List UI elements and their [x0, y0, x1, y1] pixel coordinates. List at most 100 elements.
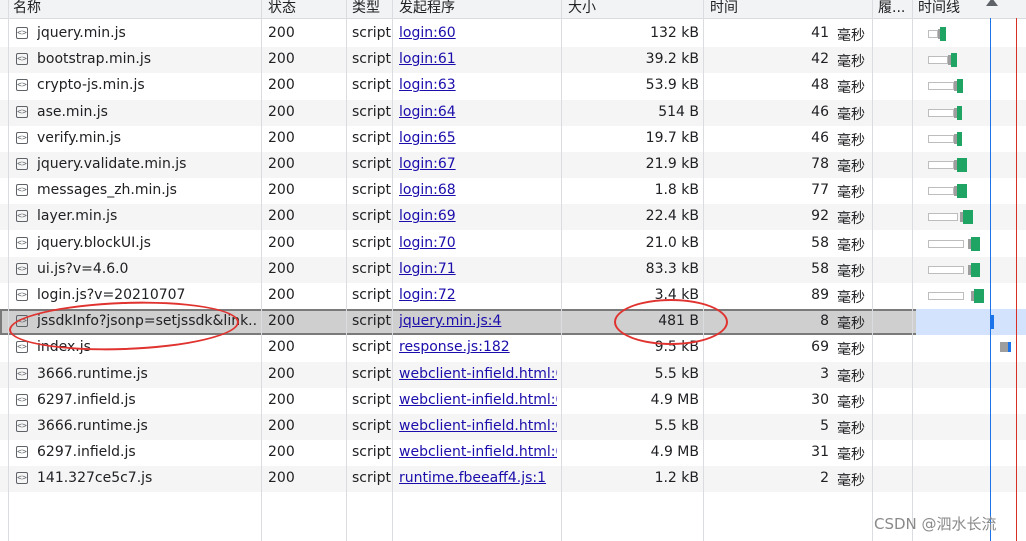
waterfall-download-bar	[963, 210, 973, 225]
request-initiator-link[interactable]: login:71	[399, 261, 557, 277]
request-initiator-link[interactable]: runtime.fbeeaff4.js:1	[399, 470, 557, 486]
request-initiator-link[interactable]: login:60	[399, 25, 557, 41]
waterfall-cell[interactable]	[916, 126, 1026, 152]
request-initiator-link[interactable]: login:70	[399, 235, 557, 251]
request-type: script	[352, 103, 392, 120]
waterfall-cell[interactable]	[916, 466, 1026, 492]
column-header-status[interactable]: 状态	[268, 0, 296, 17]
waterfall-cell[interactable]	[916, 152, 1026, 178]
request-initiator-link[interactable]: login:64	[399, 104, 557, 120]
waterfall-cell[interactable]	[916, 283, 1026, 309]
request-status: 200	[268, 287, 295, 303]
request-name[interactable]: jquery.blockUI.js	[37, 235, 257, 251]
waterfall-cell[interactable]	[916, 440, 1026, 466]
column-divider[interactable]	[912, 0, 913, 541]
request-name[interactable]: 141.327ce5c7.js	[37, 470, 257, 486]
waterfall-waiting-bar	[928, 134, 954, 143]
request-name[interactable]: 6297.infield.js	[37, 444, 257, 460]
waterfall-cell[interactable]	[916, 362, 1026, 388]
column-divider[interactable]	[561, 0, 562, 541]
request-name[interactable]: 3666.runtime.js	[37, 418, 257, 434]
column-header-size[interactable]: 大小	[568, 0, 596, 17]
column-header-name[interactable]: 名称	[13, 0, 41, 17]
request-name[interactable]: messages_zh.min.js	[37, 182, 257, 198]
request-time-unit: 毫秒	[837, 316, 865, 333]
request-time: 58	[811, 260, 829, 277]
request-status: 200	[268, 77, 295, 94]
column-header-fulfilled[interactable]: 履...	[878, 0, 905, 17]
waterfall-download-bar	[991, 315, 994, 330]
request-time-unit: 毫秒	[837, 132, 865, 149]
request-status: 200	[268, 25, 295, 41]
column-divider[interactable]	[872, 0, 873, 541]
waterfall-cell[interactable]	[916, 309, 1026, 336]
waterfall-cell[interactable]	[916, 204, 1026, 230]
waterfall-download-bar	[971, 236, 980, 251]
request-status: 200	[268, 182, 295, 199]
request-name[interactable]: 3666.runtime.js	[37, 366, 257, 382]
waterfall-download-bar	[940, 27, 946, 41]
script-file-icon: <>	[16, 184, 28, 197]
waterfall-cell[interactable]	[916, 388, 1026, 414]
request-time-unit: 毫秒	[837, 28, 865, 44]
request-time: 31	[811, 444, 829, 461]
request-size: 4.9 MB	[650, 444, 699, 461]
waterfall-waiting-bar	[928, 292, 964, 300]
request-initiator-link[interactable]: login:65	[399, 130, 557, 146]
request-time: 42	[811, 51, 829, 68]
waterfall-cell[interactable]	[916, 21, 1026, 47]
waterfall-cell[interactable]	[916, 414, 1026, 440]
column-divider[interactable]	[261, 0, 262, 541]
column-divider[interactable]	[703, 0, 704, 541]
request-initiator-link[interactable]: login:72	[399, 287, 557, 303]
request-initiator-link[interactable]: login:68	[399, 182, 557, 198]
request-name[interactable]: verify.min.js	[37, 130, 257, 146]
request-size: 19.7 kB	[645, 129, 699, 146]
request-name[interactable]: 6297.infield.js	[37, 392, 257, 408]
waterfall-cell[interactable]	[916, 47, 1026, 73]
request-initiator-link[interactable]: webclient-infield.html:0	[399, 444, 557, 460]
request-initiator-link[interactable]: login:63	[399, 77, 557, 93]
sort-ascending-icon[interactable]	[986, 0, 998, 6]
request-name[interactable]: jquery.validate.min.js	[37, 156, 257, 172]
waterfall-cell[interactable]	[916, 100, 1026, 126]
request-time-unit: 毫秒	[837, 80, 865, 97]
column-header-time[interactable]: 时间	[710, 0, 738, 17]
script-file-icon: <>	[16, 420, 28, 432]
request-name[interactable]: ui.js?v=4.6.0	[37, 261, 257, 277]
request-initiator-link[interactable]: response.js:182	[399, 339, 557, 355]
request-time-unit: 毫秒	[837, 368, 865, 385]
request-initiator-link[interactable]: jquery.min.js:4	[399, 313, 557, 329]
request-initiator-link[interactable]: login:69	[399, 208, 557, 224]
request-initiator-link[interactable]: login:61	[399, 51, 557, 67]
column-divider[interactable]	[346, 0, 347, 541]
request-initiator-link[interactable]: login:67	[399, 156, 557, 172]
request-name[interactable]: jquery.min.js	[37, 25, 257, 41]
waterfall-cell[interactable]	[916, 73, 1026, 99]
request-size: 22.4 kB	[645, 208, 699, 225]
request-name[interactable]: ase.min.js	[37, 104, 257, 120]
waterfall-cell[interactable]	[916, 257, 1026, 283]
timeline-load-marker	[1016, 18, 1017, 541]
column-divider[interactable]	[392, 0, 393, 541]
request-status: 200	[268, 156, 295, 172]
waterfall-download-bar	[957, 105, 962, 120]
waterfall-cell[interactable]	[916, 231, 1026, 257]
request-name[interactable]: layer.min.js	[37, 208, 257, 224]
request-initiator-link[interactable]: webclient-infield.html:0	[399, 392, 557, 408]
column-header-initiator[interactable]: 发起程序	[399, 0, 455, 17]
request-initiator-link[interactable]: webclient-infield.html:0	[399, 366, 557, 382]
request-name[interactable]: login.js?v=20210707	[37, 287, 257, 303]
request-name[interactable]: bootstrap.min.js	[37, 51, 257, 67]
request-name[interactable]: crypto-js.min.js	[37, 77, 257, 93]
waterfall-cell[interactable]	[916, 178, 1026, 204]
column-header-timeline[interactable]: 时间线	[918, 0, 960, 17]
request-initiator-link[interactable]: webclient-infield.html:0	[399, 418, 557, 434]
request-time-unit: 毫秒	[837, 447, 865, 464]
waterfall-download-bar	[957, 79, 963, 94]
request-time: 89	[811, 287, 829, 303]
waterfall-cell[interactable]	[916, 335, 1026, 361]
request-time: 48	[811, 77, 829, 94]
request-time: 2	[820, 470, 829, 487]
column-header-type[interactable]: 类型	[352, 0, 380, 17]
